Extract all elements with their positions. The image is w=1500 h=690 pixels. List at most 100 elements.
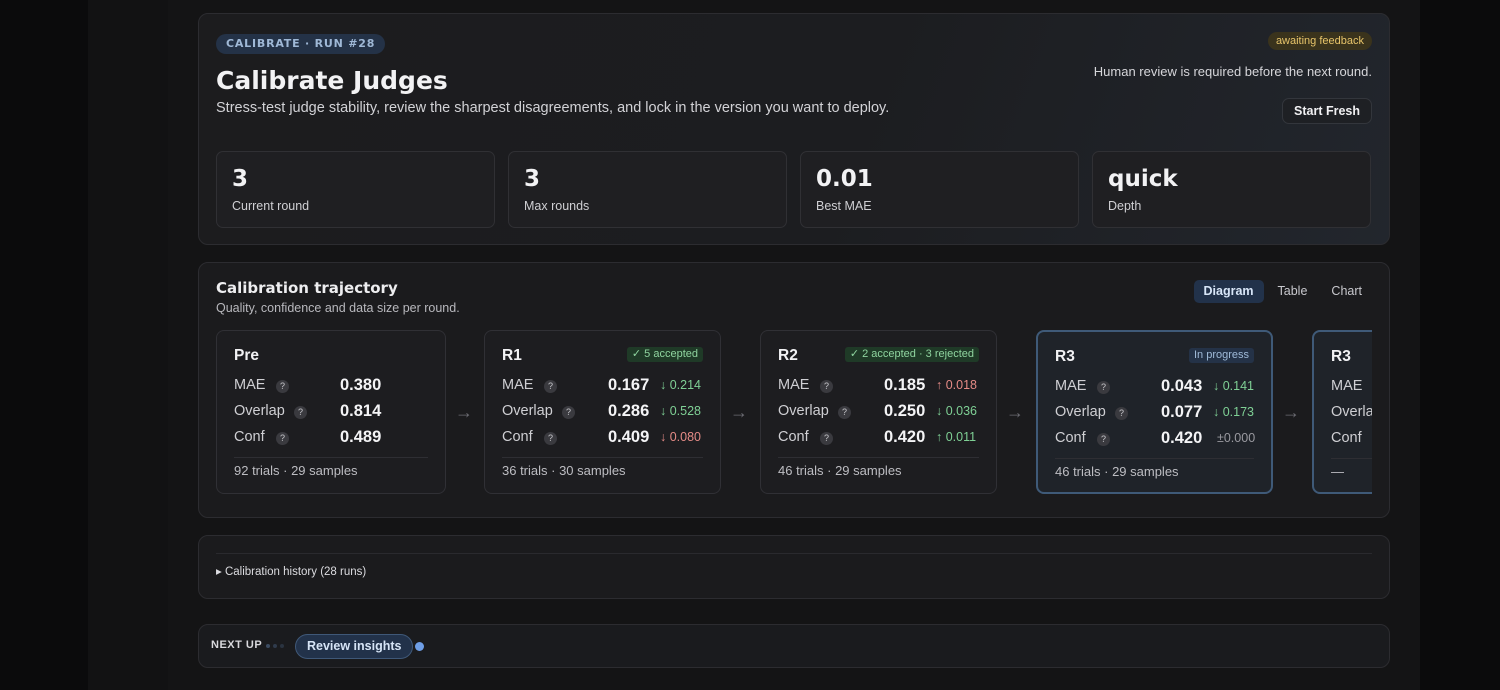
metric-label: MAE [502,377,534,393]
left-gutter [0,0,88,690]
tab-chart[interactable]: Chart [1321,280,1372,303]
help-icon[interactable]: ? [820,380,833,393]
accepted-rejected-badge: ✓ 2 accepted · 3 rejected [844,347,979,362]
start-fresh-button[interactable]: Start Fresh [1282,98,1372,124]
help-icon[interactable]: ? [838,406,851,419]
help-icon[interactable]: ? [1115,407,1128,420]
help-icon[interactable]: ? [562,406,575,419]
divider [1055,458,1254,459]
round-name: Pre [234,347,259,364]
help-icon[interactable]: ? [276,380,289,393]
metric-label: Overlap [234,403,285,419]
page-title: Calibrate Judges [216,66,448,95]
help-icon[interactable]: ? [276,432,289,445]
metric-delta: ↓ 0.528 [660,404,702,418]
metric-value: 0.250 [884,402,926,420]
round-footer: 92 trials · 29 samples [234,463,358,478]
metric-row-overlap: Overlap ? 0.077 ↓ 0.173 [1055,403,1255,424]
metric-row-mae: MAE ? [1331,378,1372,398]
round-footer: 46 trials · 29 samples [1055,464,1179,479]
metric-label: MAE [1055,378,1087,394]
metric-label: Conf [234,429,265,445]
metric-row-overlap: Overlap ? [1331,404,1372,424]
metric-row-mae: MAE ? 0.043 ↓ 0.141 [1055,377,1255,398]
page-subtitle: Stress-test judge stability, review the … [216,100,890,116]
divider [778,457,979,458]
trajectory-subtitle: Quality, confidence and data size per ro… [216,301,460,315]
metric-value: 0.814 [340,402,382,420]
stat-value: quick [1108,166,1178,192]
round-name: R2 [778,347,798,364]
metric-delta: ↓ 0.080 [660,430,702,444]
rounds-scroll-area[interactable]: Pre MAE ? 0.380 Overlap ? 0.814 Conf ? 0… [216,330,1372,496]
metric-label: Conf [502,429,533,445]
metric-row-overlap: Overlap ? 0.286 ↓ 0.528 [502,402,702,423]
metric-delta: ↓ 0.141 [1213,379,1255,393]
metric-label: Conf [1331,430,1362,446]
metric-value: 0.286 [608,402,650,420]
metric-label: Overlap [778,403,829,419]
help-icon[interactable]: ? [1097,381,1110,394]
help-icon[interactable]: ? [294,406,307,419]
divider [234,457,428,458]
trajectory-title: Calibration trajectory [216,279,398,297]
round-name: R3 [1055,348,1075,365]
round-footer: — [1331,464,1344,479]
stat-current-round: 3 Current round [216,151,495,228]
metric-value: 0.380 [340,376,382,394]
metric-row-overlap: Overlap ? 0.814 [234,402,434,423]
metric-delta: ↑ 0.018 [936,378,978,392]
metric-row-overlap: Overlap ? 0.250 ↓ 0.036 [778,402,978,423]
metric-label: Overlap [1331,404,1372,420]
divider [502,457,703,458]
metric-delta: ↑ 0.011 [936,430,977,444]
round-footer: 46 trials · 29 samples [778,463,902,478]
metric-value: 0.420 [884,428,926,446]
metric-label: Overlap [502,403,553,419]
stat-max-rounds: 3 Max rounds [508,151,787,228]
divider [1331,458,1372,459]
help-icon[interactable]: ? [820,432,833,445]
tab-diagram[interactable]: Diagram [1193,280,1264,303]
metric-row-conf: Conf ? 0.420 ±0.000 [1055,429,1255,450]
calibration-history-toggle[interactable]: ▸ Calibration history (28 runs) [216,564,366,578]
metric-label: MAE [1331,378,1363,394]
metric-value: 0.420 [1161,429,1203,447]
metric-label: MAE [234,377,266,393]
round-footer: 36 trials · 30 samples [502,463,626,478]
metric-row-mae: MAE ? 0.185 ↑ 0.018 [778,376,978,397]
stat-label: Depth [1108,199,1142,213]
calibration-trajectory-card: Calibration trajectory Quality, confiden… [198,262,1390,518]
round-card-r1[interactable]: R1 ✓ 5 accepted MAE ? 0.167 ↓ 0.214 Over… [484,330,721,494]
metric-value: 0.043 [1161,377,1203,395]
help-icon[interactable]: ? [1097,433,1110,446]
arrow-icon: → [1006,402,1024,422]
next-up-bar: NEXT UP Review insights [198,624,1390,668]
metric-row-mae: MAE ? 0.167 ↓ 0.214 [502,376,702,397]
metric-value: 0.167 [608,376,650,394]
round-card-r2[interactable]: R2 ✓ 2 accepted · 3 rejected MAE ? 0.185… [760,330,997,494]
round-card-r3-next[interactable]: R3 MAE ? Overlap ? Conf ? — [1312,330,1372,494]
metric-row-conf: Conf ? 0.489 [234,428,434,449]
in-progress-badge: In progress [1188,348,1254,363]
tab-table[interactable]: Table [1268,280,1318,303]
stat-label: Current round [232,199,310,213]
round-card-pre[interactable]: Pre MAE ? 0.380 Overlap ? 0.814 Conf ? 0… [216,330,446,494]
stat-label: Best MAE [816,199,872,213]
help-icon[interactable]: ? [544,432,557,445]
round-card-r3-current[interactable]: R3 In progress MAE ? 0.043 ↓ 0.141 Overl… [1036,330,1273,494]
metric-delta: ↓ 0.036 [936,404,978,418]
arrow-icon: → [455,402,473,422]
stat-label: Max rounds [524,199,590,213]
metric-label: Conf [778,429,809,445]
metric-label: Conf [1055,430,1086,446]
next-up-label: NEXT UP [211,639,263,651]
status-badge: awaiting feedback [1267,32,1372,50]
help-icon[interactable]: ? [544,380,557,393]
calibration-history-card: ▸ Calibration history (28 runs) [198,535,1390,599]
review-insights-button[interactable]: Review insights [295,634,414,659]
metric-row-conf: Conf ? 0.420 ↑ 0.011 [778,428,978,449]
view-tabs: Diagram Table Chart [1193,280,1373,303]
stat-depth: quick Depth [1092,151,1371,228]
calibrate-header-card: CALIBRATE · RUN #28 Calibrate Judges Str… [198,13,1390,245]
